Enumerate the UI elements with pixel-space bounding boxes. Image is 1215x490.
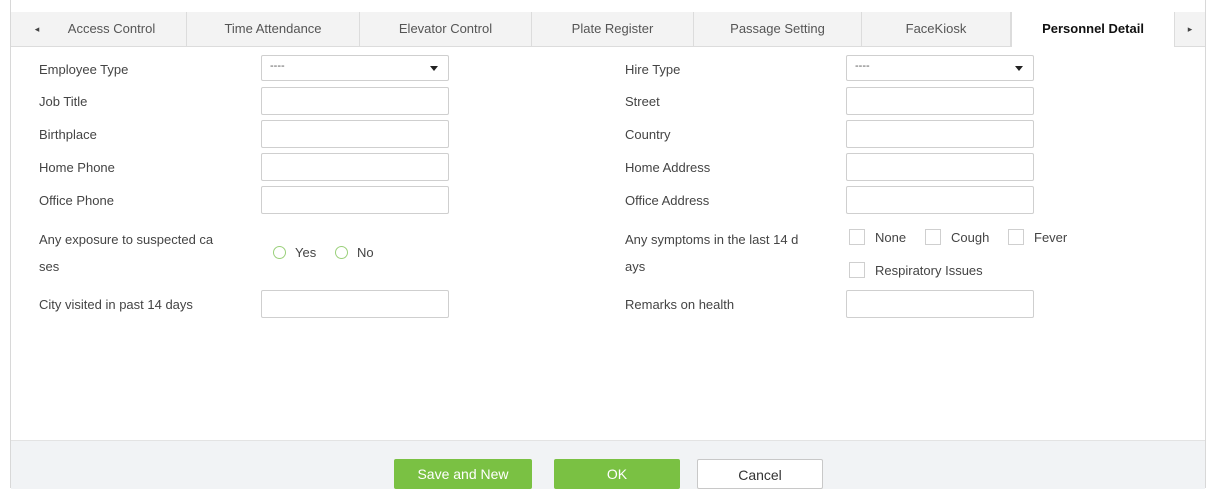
job-title-label: Job Title (39, 94, 88, 109)
employee-type-value: ---- (270, 60, 285, 72)
tab-facekiosk[interactable]: FaceKiosk (862, 12, 1011, 46)
birthplace-input[interactable] (261, 120, 449, 148)
tab-plate-register[interactable]: Plate Register (532, 12, 694, 46)
street-label: Street (625, 94, 660, 109)
city-visited-input[interactable] (261, 290, 449, 318)
home-address-label: Home Address (625, 160, 711, 175)
cancel-button[interactable]: Cancel (697, 459, 823, 489)
street-input[interactable] (846, 87, 1034, 115)
employee-type-label: Employee Type (39, 62, 129, 77)
dialog-footer: Save and New OK Cancel (11, 440, 1205, 489)
ok-button[interactable]: OK (554, 459, 680, 489)
tab-time-attendance[interactable]: Time Attendance (187, 12, 360, 46)
tab-passage-setting[interactable]: Passage Setting (694, 12, 862, 46)
exposure-label-line2: ses (39, 259, 60, 274)
country-input[interactable] (846, 120, 1034, 148)
symptoms-label-line1: Any symptoms in the last 14 d (625, 232, 799, 247)
symptoms-label-line2: ays (625, 259, 646, 274)
remarks-health-input[interactable] (846, 290, 1034, 318)
home-address-input[interactable] (846, 153, 1034, 181)
symptom-respiratory-checkbox[interactable]: Respiratory Issues (849, 262, 983, 278)
job-title-input[interactable] (261, 87, 449, 115)
chevron-down-icon (1015, 66, 1023, 71)
tab-personnel-detail[interactable]: Personnel Detail (1011, 12, 1175, 47)
exposure-label-line1: Any exposure to suspected ca (39, 232, 214, 247)
remarks-health-label: Remarks on health (625, 297, 735, 312)
tab-elevator-control[interactable]: Elevator Control (360, 12, 532, 46)
country-label: Country (625, 127, 671, 142)
save-and-new-button[interactable]: Save and New (394, 459, 532, 489)
home-phone-input[interactable] (261, 153, 449, 181)
office-phone-input[interactable] (261, 186, 449, 214)
tab-bar: ◂ Access Control Time Attendance Elevato… (11, 12, 1205, 47)
symptom-cough-checkbox[interactable]: Cough (925, 229, 989, 245)
birthplace-label: Birthplace (39, 127, 97, 142)
radio-circle-icon[interactable] (335, 246, 348, 259)
checkbox-icon[interactable] (1008, 229, 1024, 245)
hire-type-value: ---- (855, 60, 870, 72)
home-phone-label: Home Phone (39, 160, 115, 175)
tab-access-control[interactable]: Access Control (19, 12, 187, 46)
radio-circle-icon[interactable] (273, 246, 286, 259)
symptom-none-checkbox[interactable]: None (849, 229, 906, 245)
employee-type-select[interactable]: ---- (261, 55, 449, 81)
checkbox-icon[interactable] (849, 229, 865, 245)
tab-scroll-right-icon[interactable]: ▸ (1182, 12, 1198, 46)
symptom-fever-checkbox[interactable]: Fever (1008, 229, 1067, 245)
exposure-no-radio[interactable]: No (335, 245, 374, 260)
hire-type-select[interactable]: ---- (846, 55, 1034, 81)
personnel-dialog: ◂ Access Control Time Attendance Elevato… (10, 0, 1206, 489)
office-address-input[interactable] (846, 186, 1034, 214)
city-visited-label: City visited in past 14 days (39, 297, 193, 312)
chevron-down-icon (430, 66, 438, 71)
checkbox-icon[interactable] (925, 229, 941, 245)
checkbox-icon[interactable] (849, 262, 865, 278)
exposure-yes-radio[interactable]: Yes (273, 245, 316, 260)
office-address-label: Office Address (625, 193, 710, 208)
office-phone-label: Office Phone (39, 193, 114, 208)
hire-type-label: Hire Type (625, 62, 681, 77)
